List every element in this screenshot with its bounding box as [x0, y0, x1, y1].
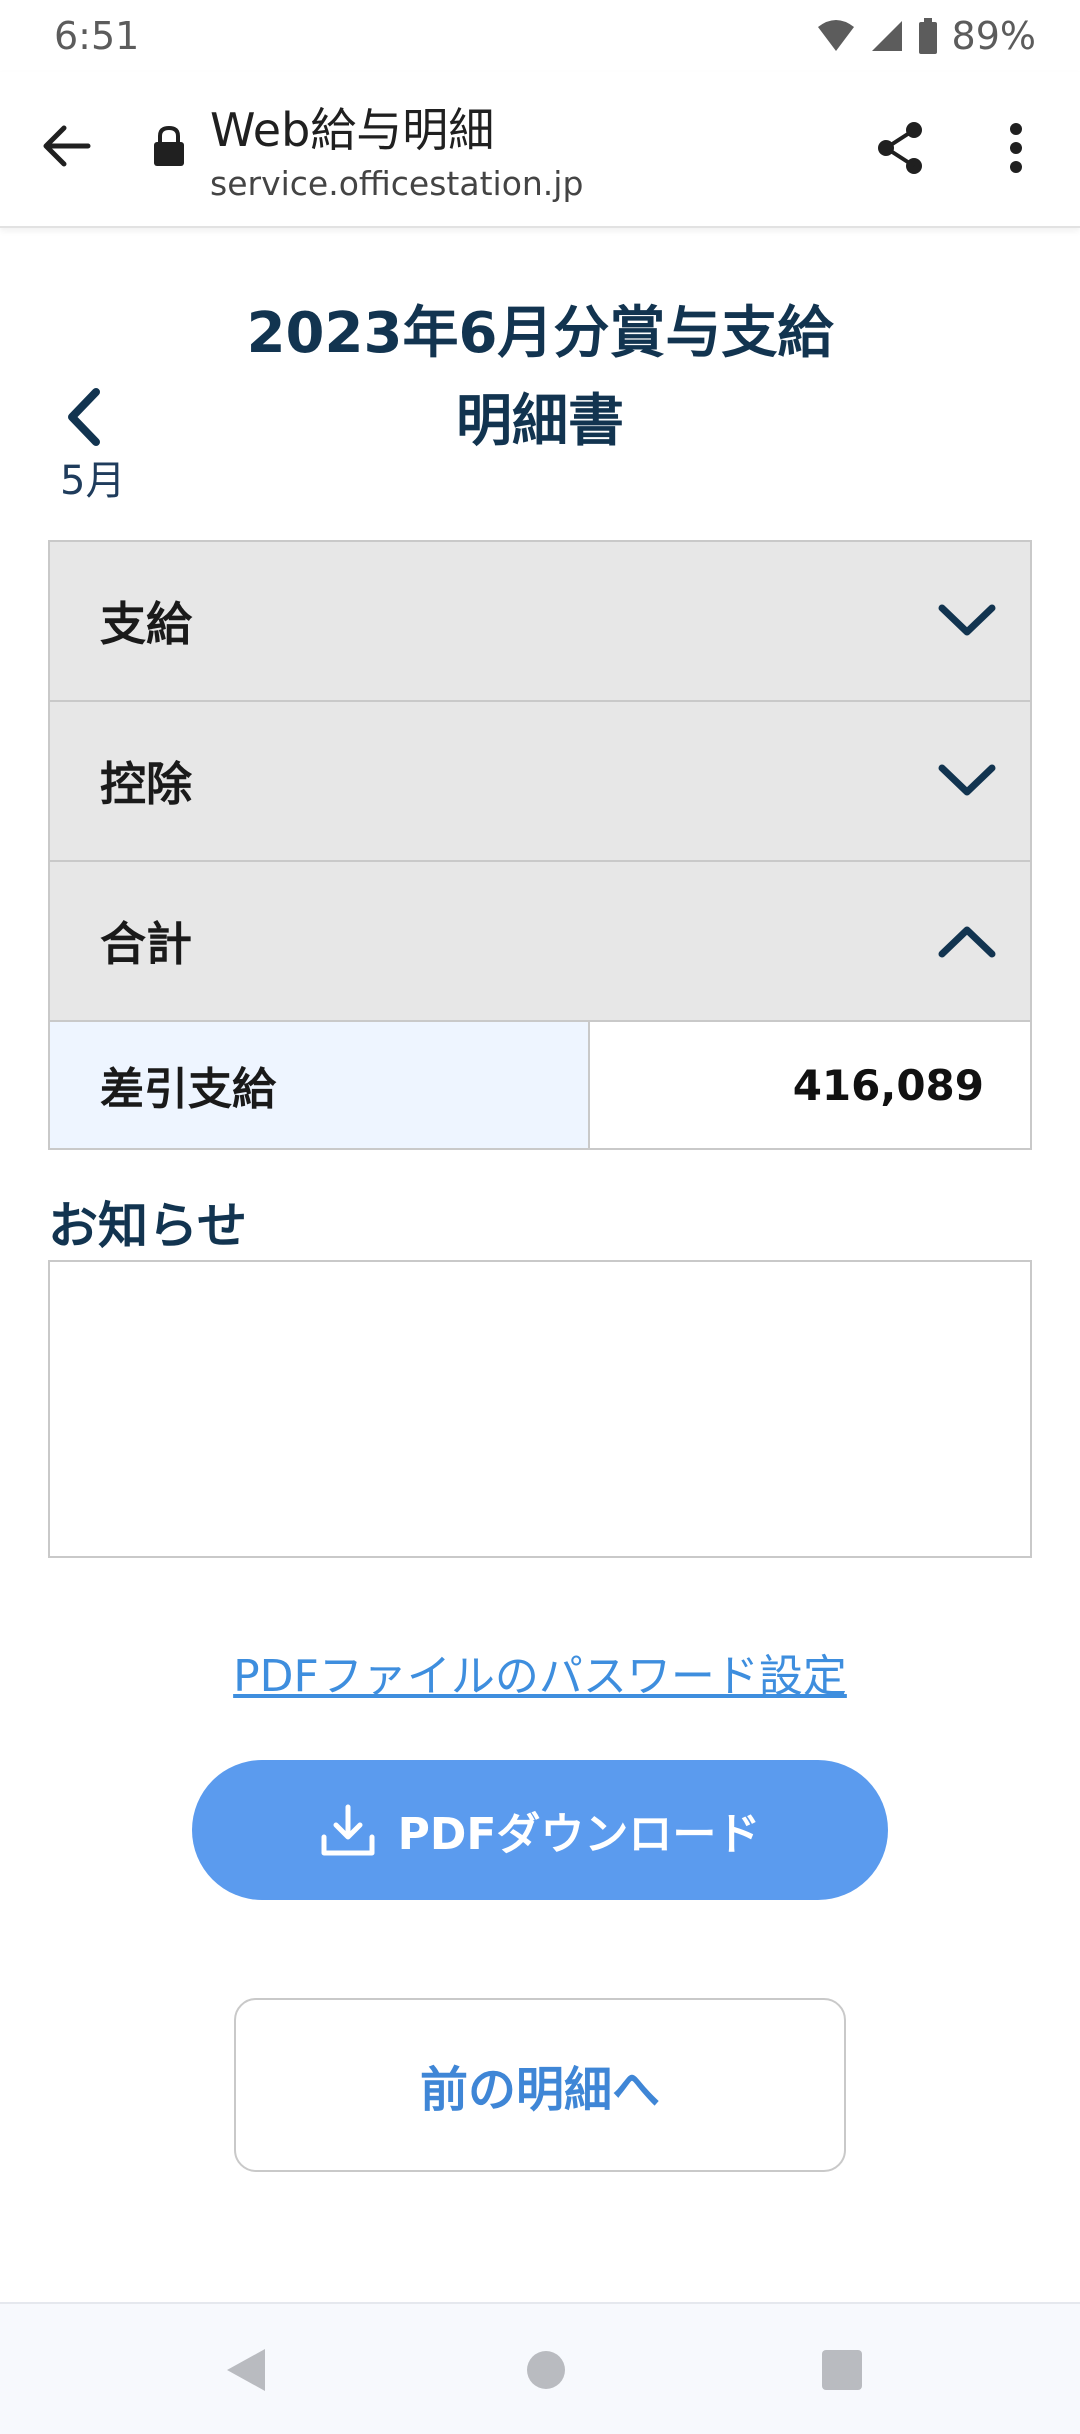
status-icons: 89% — [816, 14, 1036, 58]
url-text[interactable]: service.officestation.jp — [210, 164, 583, 203]
share-icon[interactable] — [868, 116, 932, 180]
prev-statement-button[interactable]: 前の明細へ — [234, 1998, 846, 2172]
accordion-item-total[interactable]: 合計 — [50, 862, 1030, 1022]
download-icon — [321, 1804, 375, 1856]
accordion-item-deduction[interactable]: 控除 — [50, 702, 1030, 862]
accordion-label: 控除 — [100, 757, 192, 811]
status-time: 6:51 — [54, 14, 140, 58]
page-title-line2: 明細書 — [456, 389, 624, 454]
prev-month-button[interactable]: 5月 — [58, 388, 138, 504]
pdf-download-label: PDFダウンロード — [397, 1809, 761, 1860]
nav-recents-icon[interactable] — [812, 2344, 872, 2396]
accordion-label: 支給 — [100, 597, 192, 651]
prev-statement-label: 前の明細へ — [419, 2062, 660, 2118]
net-payment-value: 416,089 — [590, 1022, 1030, 1148]
nav-back-icon[interactable] — [216, 2344, 276, 2396]
chevron-left-icon — [68, 388, 100, 446]
battery-icon — [918, 18, 938, 54]
more-options-icon[interactable] — [986, 116, 1046, 180]
pdf-password-link-text: PDFファイルのパスワード設定 — [233, 1651, 847, 1702]
system-nav-bar — [0, 2302, 1080, 2434]
notice-heading: お知らせ — [48, 1197, 247, 1255]
notice-box — [48, 1260, 1032, 1558]
lock-icon — [152, 124, 186, 172]
status-bar: 6:51 89% — [0, 0, 1080, 72]
nav-home-icon[interactable] — [516, 2344, 576, 2396]
signal-icon — [870, 19, 904, 53]
net-payment-row: 差引支給 416,089 — [50, 1022, 1030, 1148]
pdf-password-link[interactable]: PDFファイルのパスワード設定 — [0, 1640, 1080, 1704]
chevron-down-icon — [938, 604, 996, 636]
browser-toolbar: Web給与明細 service.officestation.jp — [0, 72, 1080, 228]
prev-month-label: 5月 — [60, 458, 126, 504]
back-arrow-icon[interactable] — [34, 114, 98, 178]
accordion-label: 合計 — [100, 917, 192, 971]
page-title: 2023年6月分賞与支給 明細書 — [140, 290, 940, 466]
chevron-up-icon — [938, 926, 996, 958]
chevron-down-icon — [938, 764, 996, 796]
page-title-line1: 2023年6月分賞与支給 — [246, 301, 834, 366]
net-payment-label: 差引支給 — [50, 1022, 590, 1148]
pdf-download-button[interactable]: PDFダウンロード — [192, 1760, 888, 1900]
page-tab-title[interactable]: Web給与明細 — [210, 94, 494, 160]
statement-accordion: 支給 控除 合計 差引支給 416,089 — [48, 540, 1032, 1150]
wifi-icon — [816, 19, 856, 53]
battery-percent: 89% — [951, 14, 1036, 58]
accordion-item-payment[interactable]: 支給 — [50, 542, 1030, 702]
